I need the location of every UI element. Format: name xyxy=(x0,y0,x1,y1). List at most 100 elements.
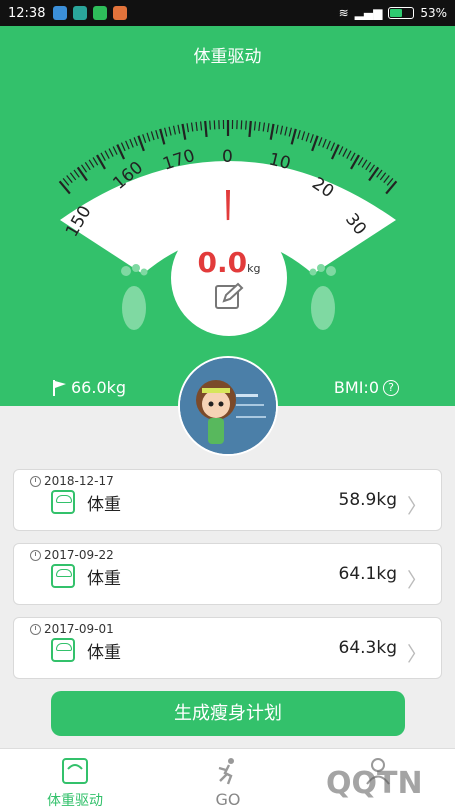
scale-icon xyxy=(51,638,75,662)
scale-tick xyxy=(365,161,372,171)
scale-tick xyxy=(297,129,301,139)
scale-tick xyxy=(155,129,159,139)
record-date-text: 2017-09-22 xyxy=(44,548,114,562)
clock-icon xyxy=(30,623,41,635)
chevron-right-icon: 〉 xyxy=(407,494,427,518)
goal-weight-value: 66.0kg xyxy=(71,378,127,397)
generate-plan-button[interactable]: 生成瘦身计划 xyxy=(51,691,405,736)
scale-tick xyxy=(288,127,292,137)
scale-tick xyxy=(62,178,70,186)
running-icon xyxy=(218,758,234,785)
record-label: 体重 xyxy=(87,569,121,589)
weight-reading-value: 0.0 xyxy=(197,246,248,279)
help-icon[interactable]: ? xyxy=(383,379,399,396)
scale-icon xyxy=(62,758,88,784)
scale-tick xyxy=(284,126,288,136)
scale-tick xyxy=(92,157,99,166)
nav-item-go[interactable]: GO xyxy=(205,749,251,810)
scale-tick xyxy=(120,142,126,152)
scale-tick xyxy=(209,120,211,130)
record-label: 体重 xyxy=(87,643,121,663)
notification-icon-1 xyxy=(53,6,68,20)
scale-tick xyxy=(383,175,390,184)
scale-tick xyxy=(309,134,314,143)
battery-percent: 53% xyxy=(420,6,447,20)
left-foot-icon xyxy=(121,264,148,330)
scale-tick xyxy=(385,180,398,195)
scale-tick xyxy=(168,126,172,136)
scale-tick xyxy=(204,120,208,138)
nav-item-weight[interactable]: 体重驱动 xyxy=(40,749,110,810)
weight-reading-unit: kg xyxy=(247,262,261,275)
flag-icon xyxy=(53,379,66,396)
scale-tick xyxy=(200,121,203,131)
scale-tick xyxy=(142,134,147,143)
scale-tick xyxy=(322,138,327,148)
avatar-illustration xyxy=(180,358,276,454)
scale-tick xyxy=(73,169,80,178)
page-title: 体重驱动 xyxy=(193,47,262,67)
scale-tick xyxy=(84,161,91,171)
scale-tick xyxy=(266,123,270,133)
weight-header: 体重驱动 150 160 170 0 10 20 30 0.0kg 66.0kg… xyxy=(0,26,455,406)
list-item[interactable]: 2018-12-17 体重 58.9kg 〉 xyxy=(13,469,442,531)
scale-tick xyxy=(280,125,284,135)
bmi-indicator: BMI:0 ? xyxy=(334,378,399,397)
scale-tick xyxy=(66,175,73,184)
scale-tick xyxy=(376,169,383,178)
scale-tick xyxy=(150,131,155,141)
scale-tick xyxy=(338,146,344,155)
scale-tick xyxy=(112,146,118,155)
record-date: 2018-12-17 xyxy=(30,474,114,488)
list-item[interactable]: 2017-09-22 体重 64.1kg 〉 xyxy=(13,543,442,605)
scale-tick xyxy=(146,132,151,142)
scale-tick xyxy=(269,123,275,140)
scale-tick xyxy=(368,164,376,173)
goal-weight[interactable]: 66.0kg xyxy=(52,378,126,397)
weight-reading: 0.0kg xyxy=(171,246,287,279)
scale-tick xyxy=(76,166,88,182)
scale-icon xyxy=(51,564,75,588)
record-value: 64.3kg xyxy=(338,638,398,658)
weight-reading-circle: 0.0kg xyxy=(171,220,287,336)
nav-label-go: GO xyxy=(215,790,241,809)
scale-tick xyxy=(80,164,88,173)
scale-tick xyxy=(275,124,279,134)
scale-tick xyxy=(386,178,394,186)
record-value: 58.9kg xyxy=(338,490,398,510)
edit-icon[interactable] xyxy=(214,282,244,310)
scale-tick xyxy=(88,159,95,168)
battery-icon xyxy=(388,7,415,19)
nav-label-weight: 体重驱动 xyxy=(47,793,103,809)
scale-tick xyxy=(181,123,187,140)
scale-icon xyxy=(51,490,75,514)
wifi-icon: ≋ xyxy=(338,6,349,20)
scale-tick xyxy=(301,131,306,141)
scale-tick xyxy=(125,140,130,150)
scale-tick xyxy=(172,125,176,135)
scale-tick xyxy=(58,180,71,195)
scale-tick xyxy=(305,132,310,142)
scale-tick xyxy=(133,137,138,147)
watermark: QQTN xyxy=(270,752,455,810)
chevron-right-icon: 〉 xyxy=(407,642,427,666)
notification-icon-4 xyxy=(113,6,128,20)
record-date: 2017-09-22 xyxy=(30,548,114,562)
scale-tick xyxy=(330,142,336,152)
scale-tick xyxy=(190,122,194,132)
scale-tick xyxy=(311,135,319,152)
scale-tick xyxy=(357,157,364,166)
scale-tick xyxy=(350,152,356,162)
record-date-text: 2017-09-01 xyxy=(44,622,114,636)
record-date: 2017-09-01 xyxy=(30,622,114,636)
scale-tick xyxy=(253,121,256,131)
scale-tick xyxy=(318,137,323,147)
chevron-right-icon: 〉 xyxy=(407,568,427,592)
scale-tick xyxy=(104,150,110,159)
avatar[interactable] xyxy=(178,356,278,456)
scale-tick xyxy=(69,172,77,181)
list-item[interactable]: 2017-09-01 体重 64.3kg 〉 xyxy=(13,617,442,679)
scale-tick xyxy=(177,124,181,134)
scale-tick xyxy=(108,148,114,157)
scale-tick xyxy=(164,127,168,137)
